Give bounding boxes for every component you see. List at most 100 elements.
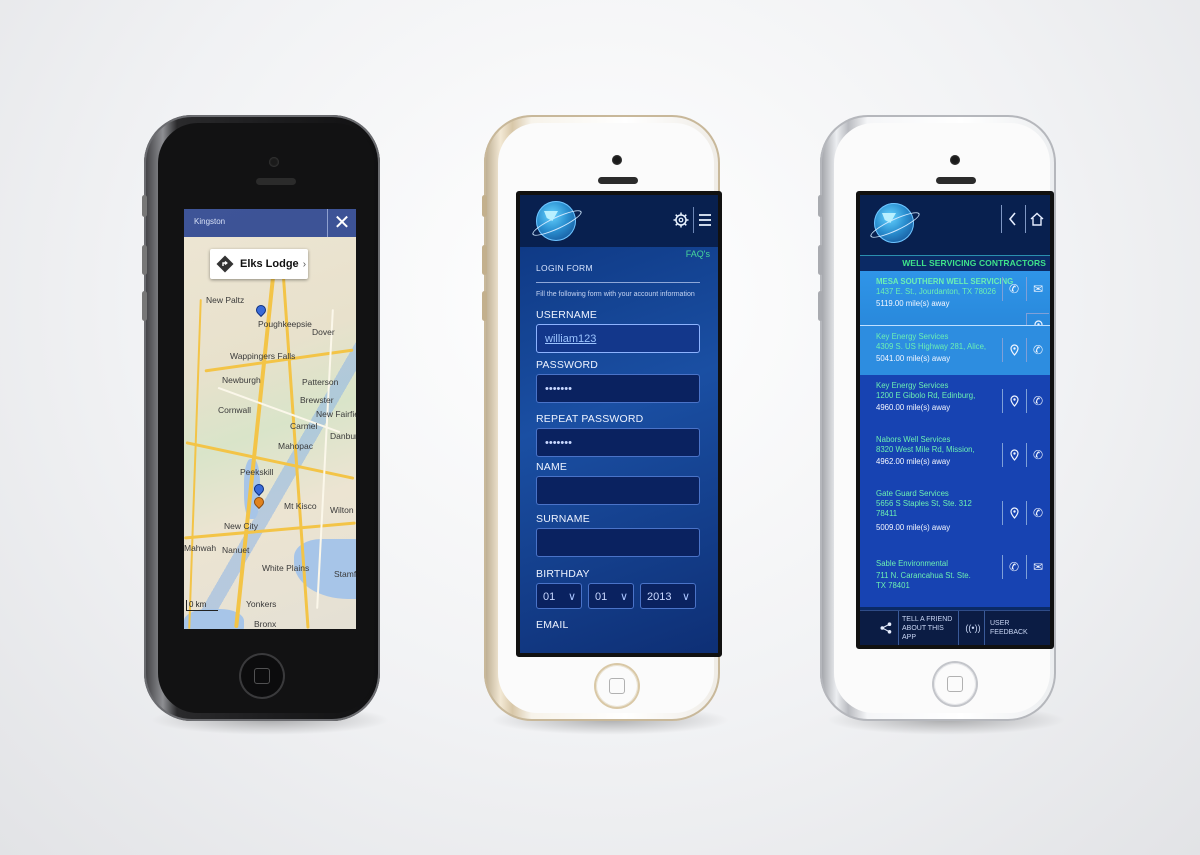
map-town: Mahwah bbox=[184, 543, 217, 553]
list-item[interactable]: Sable Environmental 711 N. Carancahua St… bbox=[860, 549, 1050, 607]
repeat-password-field[interactable]: ••••••• bbox=[536, 428, 700, 457]
map-screen[interactable]: New Paltz Poughkeepsie Dover Wappingers … bbox=[184, 209, 356, 629]
contractor-distance: 4960.00 mile(s) away bbox=[876, 403, 951, 412]
home-nav-button[interactable] bbox=[1025, 205, 1048, 233]
name-field[interactable] bbox=[536, 476, 700, 505]
call-button[interactable]: ✆ bbox=[1002, 277, 1025, 301]
map-town: Peekskill bbox=[240, 467, 274, 477]
home-button[interactable] bbox=[596, 665, 638, 707]
close-button[interactable]: ✕ bbox=[327, 209, 356, 237]
call-button[interactable]: ✆ bbox=[1026, 389, 1049, 413]
front-camera bbox=[612, 155, 622, 165]
list-item[interactable]: Gate Guard Services 5656 S Staples St, S… bbox=[860, 483, 1050, 550]
contractor-distance: 4962.00 mile(s) away bbox=[876, 457, 951, 466]
birth-month-select[interactable]: 01 ∨ bbox=[588, 583, 634, 609]
location-button[interactable] bbox=[1002, 501, 1025, 525]
email-button[interactable]: ✉ bbox=[1026, 277, 1049, 301]
back-button[interactable] bbox=[1001, 205, 1024, 233]
map-top-label: Kingston bbox=[194, 217, 226, 226]
name-label: NAME bbox=[536, 461, 568, 473]
map-town: Newburgh bbox=[222, 375, 261, 385]
map-town: White Plains bbox=[262, 563, 310, 573]
call-button[interactable]: ✆ bbox=[1002, 555, 1025, 579]
map-pin-icon bbox=[1009, 449, 1019, 461]
form-title: LOGIN FORM bbox=[536, 263, 593, 273]
tell-a-friend-button[interactable]: TELL A FRIEND ABOUT THIS APP bbox=[902, 611, 959, 645]
call-button[interactable]: ✆ bbox=[1026, 501, 1049, 525]
map-town: Carmel bbox=[290, 421, 318, 431]
map-town: Dover bbox=[312, 327, 335, 337]
call-button[interactable]: ✆ bbox=[1026, 338, 1049, 362]
mute-switch bbox=[818, 195, 823, 217]
broadcast-button[interactable]: ((•)) bbox=[962, 611, 985, 645]
location-button[interactable] bbox=[1002, 338, 1025, 362]
chevron-right-icon: › bbox=[302, 258, 307, 270]
user-feedback-button[interactable]: USER FEEDBACK bbox=[990, 611, 1044, 645]
map-callout[interactable]: Elks Lodge › bbox=[210, 249, 308, 279]
menu-button[interactable] bbox=[693, 207, 716, 233]
chevron-down-icon: ∨ bbox=[567, 591, 576, 603]
map-pin-icon bbox=[1009, 507, 1019, 519]
list-item[interactable]: Key Energy Services 1200 E Gibolo Rd, Ed… bbox=[860, 375, 1050, 430]
chevron-down-icon: ∨ bbox=[619, 591, 628, 603]
password-field[interactable]: ••••••• bbox=[536, 374, 700, 403]
contractor-distance: 5041.00 mile(s) away bbox=[876, 354, 951, 363]
username-field[interactable]: william123 bbox=[536, 324, 700, 353]
map-town: Cornwall bbox=[218, 405, 252, 415]
location-button[interactable] bbox=[1002, 443, 1025, 467]
surname-field[interactable] bbox=[536, 528, 700, 557]
home-button[interactable] bbox=[934, 663, 976, 705]
contractor-address-line2: TX 78401 bbox=[876, 581, 910, 590]
map-town: Mahopac bbox=[278, 441, 313, 451]
contractor-address: 4309 S. US Highway 281, Alice, bbox=[876, 342, 987, 351]
birthday-label: BIRTHDAY bbox=[536, 568, 590, 580]
volume-down-button bbox=[482, 291, 487, 321]
contractor-name: Key Energy Services bbox=[876, 332, 949, 341]
phone-space-gray: New Paltz Poughkeepsie Dover Wappingers … bbox=[142, 115, 380, 721]
map-pin-icon bbox=[1009, 395, 1019, 407]
repeat-password-label: REPEAT PASSWORD bbox=[536, 413, 644, 425]
email-button[interactable]: ✉ bbox=[1026, 555, 1049, 579]
faqs-link[interactable]: FAQ's bbox=[686, 249, 710, 259]
mute-switch bbox=[142, 195, 147, 217]
volume-up-button bbox=[482, 245, 487, 275]
map-pin-icon bbox=[1009, 344, 1019, 356]
location-button[interactable] bbox=[1002, 389, 1025, 413]
share-button[interactable] bbox=[874, 611, 899, 645]
birth-month-value: 01 bbox=[595, 591, 608, 603]
contractor-name: Sable Environmental bbox=[876, 559, 948, 568]
directions-icon[interactable] bbox=[214, 253, 236, 275]
home-button[interactable] bbox=[241, 655, 283, 697]
map-town: Poughkeepsie bbox=[258, 319, 312, 329]
home-icon bbox=[1030, 212, 1044, 226]
birth-day-select[interactable]: 01 ∨ bbox=[536, 583, 582, 609]
phone-gold: FAQ's LOGIN FORM Fill the following form… bbox=[482, 115, 722, 721]
map-town: New Fairfield bbox=[316, 409, 356, 419]
contractor-name: Key Energy Services bbox=[876, 381, 949, 390]
callout-label: Elks Lodge bbox=[240, 258, 299, 270]
map-town: Danbury bbox=[330, 431, 356, 441]
map-header: Kingston ✕ bbox=[184, 209, 356, 237]
app-header bbox=[520, 195, 718, 248]
contractor-address: 5656 S Staples St, Ste. 312 bbox=[876, 499, 972, 508]
app-logo-icon bbox=[536, 201, 576, 241]
mute-switch bbox=[482, 195, 487, 217]
settings-button[interactable] bbox=[670, 207, 692, 233]
map-town: Brewster bbox=[300, 395, 334, 405]
birth-year-select[interactable]: 2013 ∨ bbox=[640, 583, 696, 609]
contractor-address: 1200 E Gibolo Rd, Edinburg, bbox=[876, 391, 976, 400]
user-feedback-label: USER FEEDBACK bbox=[990, 620, 1028, 636]
list-item[interactable]: Nabors Well Services 8320 West Mile Rd, … bbox=[860, 429, 1050, 484]
call-button[interactable]: ✆ bbox=[1026, 443, 1049, 467]
divider bbox=[536, 282, 700, 283]
map-town: Nanuet bbox=[222, 545, 250, 555]
earpiece-speaker bbox=[936, 177, 976, 184]
contractor-address: 711 N. Carancahua St. Ste. bbox=[876, 571, 971, 580]
front-camera bbox=[950, 155, 960, 165]
contractor-name: MESA SOUTHERN WELL SERVICING bbox=[876, 277, 1014, 286]
contractor-name: Nabors Well Services bbox=[876, 435, 951, 444]
list-item[interactable]: Key Energy Services 4309 S. US Highway 2… bbox=[860, 325, 1050, 377]
map-road bbox=[188, 299, 202, 629]
share-icon bbox=[880, 622, 892, 634]
contractor-address: 8320 West Mile Rd, Mission, bbox=[876, 445, 975, 454]
